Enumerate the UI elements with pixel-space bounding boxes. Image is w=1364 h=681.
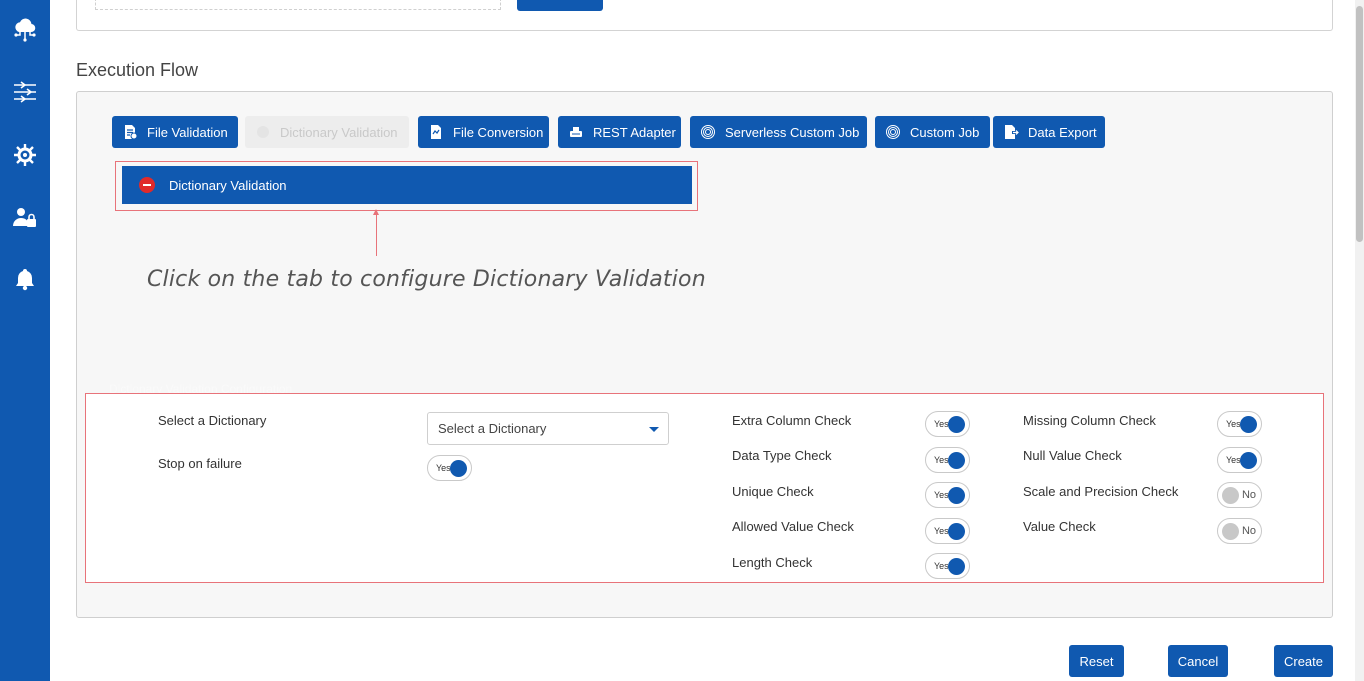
toggle-text: Yes [1226, 455, 1241, 465]
toggle-knob [1240, 416, 1257, 433]
tab-data-export[interactable]: Data Export [993, 116, 1105, 148]
annotation-arrow [376, 212, 377, 256]
missing-column-check-label: Missing Column Check [1023, 413, 1156, 428]
execution-flow-panel: File Validation Dictionary Validation Fi… [76, 91, 1333, 618]
cancel-button[interactable]: Cancel [1168, 645, 1228, 677]
value-check-toggle[interactable]: No [1217, 518, 1262, 544]
cloud-network-icon[interactable] [11, 17, 39, 45]
extra-column-check-label: Extra Column Check [732, 413, 852, 428]
missing-column-check-toggle[interactable]: Yes [1217, 411, 1262, 437]
tab-label: File Conversion [453, 124, 544, 140]
sidebar [0, 0, 50, 681]
select-dictionary-label: Select a Dictionary [158, 413, 267, 428]
scale-precision-check-label: Scale and Precision Check [1023, 484, 1179, 499]
dictionary-validation-config: Select a Dictionary Select a Dictionary … [85, 393, 1324, 583]
toggle-knob [450, 460, 467, 477]
scale-precision-check-toggle[interactable]: No [1217, 482, 1262, 508]
chevron-down-icon [649, 427, 659, 432]
toggle-text: Yes [934, 455, 949, 465]
allowed-value-check-label: Allowed Value Check [732, 519, 854, 534]
tab-dictionary-validation[interactable]: Dictionary Validation [245, 116, 409, 148]
annotation-hint: Click on the tab to configure Dictionary… [147, 267, 706, 292]
tab-label: Data Export [1028, 124, 1097, 140]
stop-icon[interactable] [139, 177, 155, 193]
create-button[interactable]: Create [1274, 645, 1333, 677]
scrollbar-thumb[interactable] [1356, 6, 1363, 242]
toggle-text: No [1241, 525, 1256, 537]
toggle-knob [1222, 523, 1239, 540]
previous-section-card [76, 0, 1333, 31]
toggle-knob [948, 452, 965, 469]
toggle-text: Yes [934, 526, 949, 536]
settings-icon[interactable] [11, 141, 39, 169]
toggle-knob [948, 416, 965, 433]
tab-file-validation[interactable]: File Validation [112, 116, 238, 148]
user-lock-icon[interactable] [11, 203, 39, 231]
toggle-knob [948, 487, 965, 504]
fingerprint-icon [886, 125, 900, 139]
toggle-text: Yes [934, 561, 949, 571]
allowed-value-check-toggle[interactable]: Yes [925, 518, 970, 544]
dictionary-select[interactable]: Select a Dictionary [427, 412, 669, 445]
data-type-check-toggle[interactable]: Yes [925, 447, 970, 473]
length-check-label: Length Check [732, 555, 813, 570]
data-type-check-label: Data Type Check [732, 448, 832, 463]
toggle-text: Yes [1226, 419, 1241, 429]
tab-custom-job[interactable]: Custom Job [875, 116, 990, 148]
toggle-knob [1222, 487, 1239, 504]
data-flow-icon[interactable] [11, 78, 39, 106]
reset-button[interactable]: Reset [1069, 645, 1124, 677]
section-title: Execution Flow [76, 60, 199, 80]
value-check-label: Value Check [1023, 519, 1096, 534]
unique-check-toggle[interactable]: Yes [925, 482, 970, 508]
tab-serverless-custom-job[interactable]: Serverless Custom Job [690, 116, 867, 148]
tab-label: REST Adapter [593, 124, 676, 140]
upload-button[interactable] [517, 0, 603, 11]
tab-label: Custom Job [910, 124, 980, 140]
tab-label: Dictionary Validation [280, 124, 398, 140]
file-conversion-icon [431, 125, 441, 139]
flow-step-dictionary-validation[interactable]: Dictionary Validation [122, 166, 692, 204]
tab-label: File Validation [147, 124, 228, 140]
toggle-text: Yes [436, 463, 451, 473]
flow-step-label: Dictionary Validation [169, 177, 287, 193]
tab-label: Serverless Custom Job [725, 124, 860, 140]
toggle-knob [948, 558, 965, 575]
tab-file-conversion[interactable]: File Conversion [418, 116, 549, 148]
length-check-toggle[interactable]: Yes [925, 553, 970, 579]
stop-on-failure-toggle[interactable]: Yes [427, 455, 472, 481]
scrollbar[interactable] [1355, 0, 1364, 681]
rest-adapter-icon [570, 127, 582, 137]
stop-on-failure-label: Stop on failure [158, 456, 242, 471]
data-export-icon [1005, 125, 1019, 139]
toggle-text: No [1241, 489, 1256, 501]
toggle-text: Yes [934, 490, 949, 500]
dropzone-edge[interactable] [95, 0, 501, 10]
fingerprint-icon [701, 125, 715, 139]
toggle-text: Yes [934, 419, 949, 429]
select-placeholder: Select a Dictionary [438, 421, 547, 436]
extra-column-check-toggle[interactable]: Yes [925, 411, 970, 437]
unique-check-label: Unique Check [732, 484, 814, 499]
arrow-head-icon [373, 209, 379, 215]
dictionary-icon [257, 126, 269, 138]
null-value-check-label: Null Value Check [1023, 448, 1122, 463]
toggle-knob [1240, 452, 1257, 469]
toggle-knob [948, 523, 965, 540]
file-validation-icon [125, 125, 138, 140]
null-value-check-toggle[interactable]: Yes [1217, 447, 1262, 473]
bell-icon[interactable] [11, 265, 39, 293]
tab-rest-adapter[interactable]: REST Adapter [558, 116, 681, 148]
